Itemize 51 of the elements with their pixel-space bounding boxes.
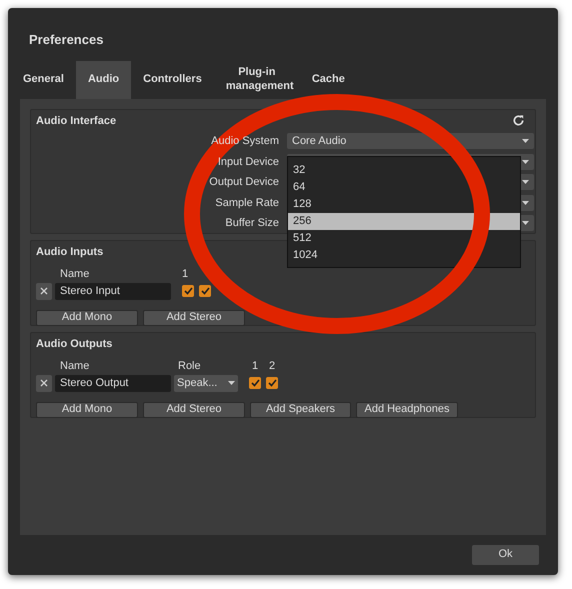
add-button[interactable]: Add Mono <box>36 310 138 326</box>
column-header: Role <box>178 359 202 374</box>
tab[interactable]: Cache <box>300 60 357 98</box>
close-icon <box>40 379 48 387</box>
add-button[interactable]: Add Speakers <box>250 402 351 418</box>
add-button[interactable]: Add Stereo <box>143 402 245 418</box>
dropdown-field[interactable]: Core Audio <box>287 133 534 150</box>
caret-icon <box>522 180 529 184</box>
caret-icon <box>522 160 529 164</box>
name-field[interactable]: Stereo Input <box>55 282 171 300</box>
tab[interactable]: Plug-in management <box>214 60 300 98</box>
checkbox[interactable] <box>199 285 211 297</box>
tab[interactable]: Controllers <box>131 60 214 98</box>
field-label: Output Device <box>209 175 279 190</box>
caret-icon <box>522 221 529 226</box>
refresh-icon[interactable] <box>512 114 525 126</box>
checkbox[interactable] <box>182 285 194 297</box>
column-header: 1 <box>182 267 188 282</box>
menu-item[interactable]: 64 <box>288 178 520 196</box>
column-header: Name <box>60 359 90 374</box>
caret-icon <box>522 139 529 144</box>
checkbox[interactable] <box>249 377 261 389</box>
menu-item[interactable]: 512 <box>288 230 520 246</box>
add-button[interactable]: Add Stereo <box>143 310 245 326</box>
menu-item[interactable]: 32 <box>288 162 520 178</box>
column-header: 1 <box>252 359 260 374</box>
close-icon <box>40 287 48 295</box>
window-title: Preferences <box>29 31 104 49</box>
caret-icon <box>228 381 235 385</box>
menu-item[interactable]: 128 <box>288 196 520 212</box>
tab[interactable]: General <box>11 60 76 98</box>
menu-item[interactable]: 1024 <box>288 246 520 264</box>
field-label: Sample Rate <box>215 196 279 210</box>
add-button[interactable]: Add Headphones <box>356 402 458 418</box>
ok-button[interactable]: Ok <box>472 544 539 564</box>
field-label: Buffer Size <box>225 216 279 231</box>
caret-icon <box>522 200 529 205</box>
checkbox[interactable] <box>266 377 278 389</box>
remove-button[interactable] <box>36 282 52 300</box>
section-title: Audio Inputs <box>36 244 104 260</box>
role-dropdown[interactable]: Speak... <box>174 374 238 392</box>
remove-button[interactable] <box>36 374 52 392</box>
name-field[interactable]: Stereo Output <box>55 374 171 392</box>
menu-item[interactable]: 256 <box>288 212 520 230</box>
column-header: Name <box>60 267 90 282</box>
tab[interactable]: Audio <box>76 60 132 98</box>
column-header: 2 <box>269 359 276 374</box>
section-title: Audio Outputs <box>36 336 112 352</box>
add-button[interactable]: Add Mono <box>36 402 138 418</box>
field-label: Input Device <box>218 154 279 170</box>
section-title: Audio Interface <box>36 114 116 128</box>
